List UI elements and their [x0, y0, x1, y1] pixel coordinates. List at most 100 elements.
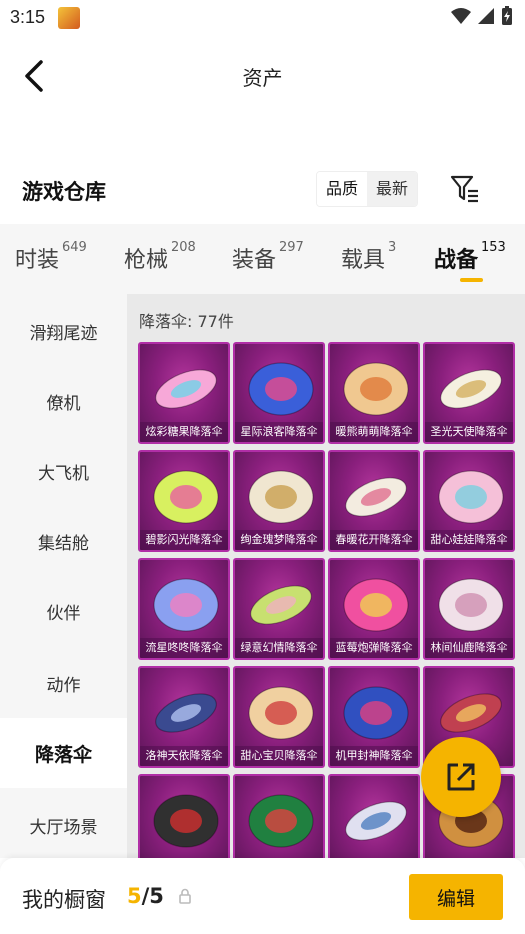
sidebar-item-big-plane[interactable]: 大飞机	[0, 436, 127, 506]
tab-label: 战备	[434, 248, 479, 273]
parachute-item-card[interactable]: 林间仙鹿降落伞	[423, 558, 515, 660]
parachute-item-label: 碧影闪光降落伞	[140, 530, 228, 550]
tab-count: 153	[481, 240, 506, 255]
section-label: 降落伞: 77件	[139, 312, 234, 331]
battery-icon	[502, 6, 512, 25]
tab-label: 装备	[232, 248, 277, 273]
parachute-item-label: 绚金瑰梦降落伞	[235, 530, 323, 550]
parachute-item-card[interactable]: 绚金瑰梦降落伞	[233, 450, 325, 552]
parachute-item-card[interactable]: 流星咚咚降落伞	[138, 558, 230, 660]
sidebar-item-lobby-scene[interactable]: 大厅场景	[0, 790, 127, 860]
parachute-item-card[interactable]: 甜心宝贝降落伞	[233, 666, 325, 768]
tab-count: 208	[171, 240, 196, 255]
showcase-bar: 我的橱窗 5/5 编辑	[0, 858, 525, 934]
tab-combat-gear[interactable]: 战备153	[434, 240, 506, 274]
parachute-item-label: 星际浪客降落伞	[235, 422, 323, 442]
tab-fashion[interactable]: 时装649	[15, 240, 87, 274]
parachute-item-card[interactable]: 蓝莓炮弹降落伞	[328, 558, 420, 660]
share-icon	[447, 763, 475, 791]
parachute-item-card[interactable]: 碧影闪光降落伞	[138, 450, 230, 552]
parachute-icon	[155, 369, 217, 409]
parachute-item-card[interactable]: 圣光天使降落伞	[423, 342, 515, 444]
sidebar-item-pod[interactable]: 集结舱	[0, 506, 127, 576]
parachute-item-label: 春暖花开降落伞	[330, 530, 418, 550]
parachute-icon	[345, 801, 407, 841]
active-tab-indicator	[460, 278, 483, 282]
parachute-item-label: 圣光天使降落伞	[425, 422, 513, 442]
status-bar: 3:15	[0, 0, 525, 34]
parachute-item-label: 机甲封神降落伞	[330, 746, 418, 766]
sidebar-item-wingman[interactable]: 僚机	[0, 366, 127, 436]
sidebar: 滑翔尾迹 僚机 大飞机 集结舱 伙伴 动作 降落伞 大厅场景	[0, 294, 127, 858]
parachute-item-label: 暖熊萌萌降落伞	[330, 422, 418, 442]
parachute-item-card[interactable]	[328, 774, 420, 858]
parachute-item-card[interactable]: 星际浪客降落伞	[233, 342, 325, 444]
parachute-icon	[155, 693, 217, 733]
sort-latest-button[interactable]: 最新	[367, 172, 418, 206]
parachute-item-label: 甜心娃娃降落伞	[425, 530, 513, 550]
parachute-icon	[438, 578, 504, 632]
parachute-icon	[438, 470, 504, 524]
parachute-item-label: 林间仙鹿降落伞	[425, 638, 513, 658]
signal-icon	[478, 8, 494, 24]
sidebar-item-emote[interactable]: 动作	[0, 648, 127, 718]
tab-count: 297	[279, 240, 304, 255]
parachute-item-card[interactable]	[233, 774, 325, 858]
parachute-item-label: 蓝莓炮弹降落伞	[330, 638, 418, 658]
parachute-item-card[interactable]: 甜心娃娃降落伞	[423, 450, 515, 552]
tab-vehicles[interactable]: 载具3	[341, 240, 397, 274]
parachute-item-label: 甜心宝贝降落伞	[235, 746, 323, 766]
parachute-icon	[248, 794, 314, 848]
tab-firearms[interactable]: 枪械208	[124, 240, 196, 274]
parachute-icon	[248, 362, 314, 416]
parachute-icon	[153, 794, 219, 848]
parachute-icon	[440, 369, 502, 409]
game-app-icon	[58, 7, 80, 29]
parachute-item-label: 洛神天依降落伞	[140, 746, 228, 766]
sidebar-item-companion[interactable]: 伙伴	[0, 576, 127, 646]
sort-quality-button[interactable]: 品质	[317, 172, 368, 206]
parachute-icon	[248, 470, 314, 524]
page-title: 资产	[242, 66, 283, 90]
tab-label: 时装	[15, 248, 60, 273]
parachute-icon	[343, 686, 409, 740]
sidebar-item-parachute[interactable]: 降落伞	[0, 718, 127, 788]
sort-toggle: 品质 最新	[316, 171, 419, 207]
parachute-item-card[interactable]: 炫彩糖果降落伞	[138, 342, 230, 444]
warehouse-title: 游戏仓库	[22, 180, 106, 204]
filter-button[interactable]	[448, 172, 482, 206]
parachute-icon	[250, 585, 312, 625]
showcase-max: 5	[149, 884, 164, 908]
showcase-count: 5/5	[127, 884, 164, 908]
parachute-item-card[interactable]: 春暖花开降落伞	[328, 450, 420, 552]
parachute-item-card[interactable]: 绿意幻情降落伞	[233, 558, 325, 660]
edit-button[interactable]: 编辑	[409, 874, 503, 920]
parachute-item-card[interactable]	[138, 774, 230, 858]
status-indicators	[451, 6, 513, 26]
tab-label: 枪械	[124, 248, 169, 273]
lock-icon	[179, 888, 191, 904]
parachute-icon	[248, 686, 314, 740]
parachute-item-card[interactable]: 暖熊萌萌降落伞	[328, 342, 420, 444]
parachute-icon	[345, 477, 407, 517]
share-button[interactable]	[421, 737, 501, 817]
parachute-item-label: 绿意幻情降落伞	[235, 638, 323, 658]
tab-label: 载具	[341, 248, 386, 273]
warehouse-header: 游戏仓库 品质 最新	[0, 164, 525, 214]
tab-count: 3	[388, 240, 397, 255]
sidebar-item-glide-trail[interactable]: 滑翔尾迹	[0, 296, 127, 366]
parachute-icon	[343, 578, 409, 632]
parachute-item-label: 流星咚咚降落伞	[140, 638, 228, 658]
filter-icon	[450, 175, 478, 203]
parachute-item-label: 炫彩糖果降落伞	[140, 422, 228, 442]
showcase-label: 我的橱窗	[22, 888, 106, 912]
wifi-icon	[451, 8, 471, 24]
parachute-icon	[153, 578, 219, 632]
parachute-item-card[interactable]: 机甲封神降落伞	[328, 666, 420, 768]
tab-equipment[interactable]: 装备297	[232, 240, 304, 274]
showcase-current: 5	[127, 884, 142, 908]
category-tabs: 时装649 枪械208 装备297 载具3 战备153	[0, 224, 525, 294]
status-time: 3:15	[10, 7, 46, 27]
parachute-icon	[153, 470, 219, 524]
parachute-item-card[interactable]: 洛神天依降落伞	[138, 666, 230, 768]
